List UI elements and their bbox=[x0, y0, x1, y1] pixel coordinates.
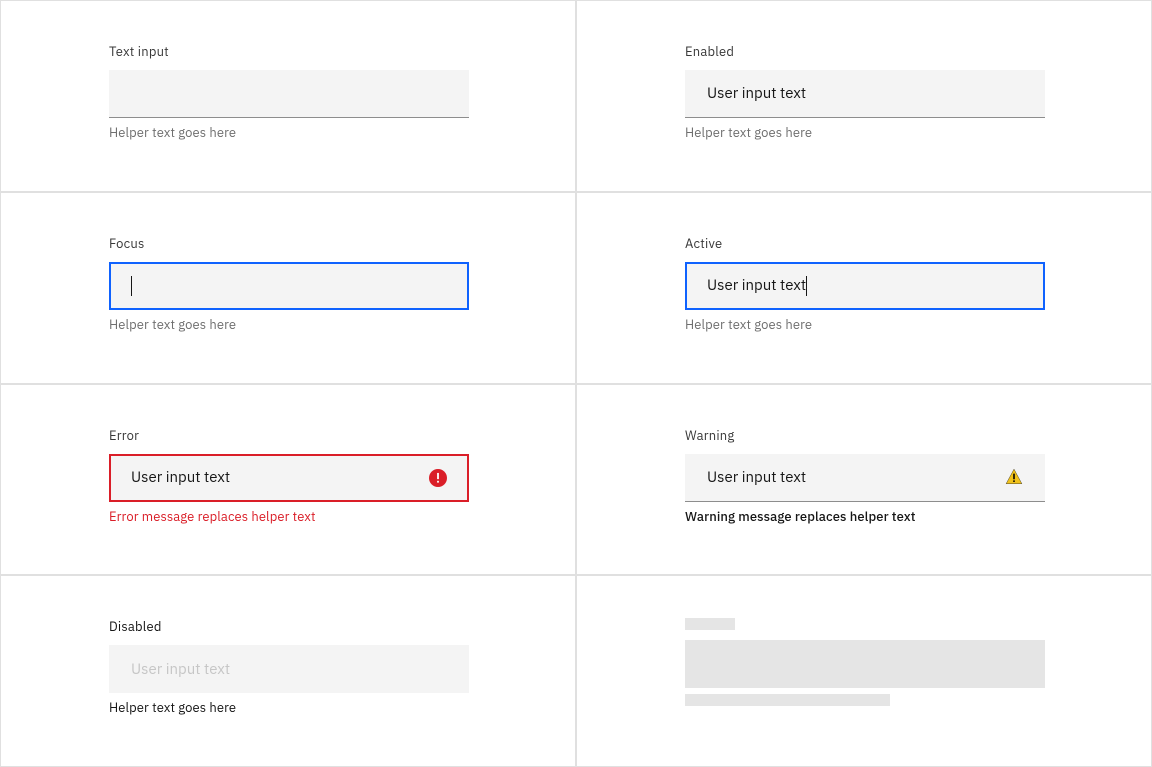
helper-text: Helper text goes here bbox=[685, 316, 1151, 333]
text-input[interactable] bbox=[109, 262, 469, 310]
input-value: User input text bbox=[131, 468, 230, 487]
error-filled-icon bbox=[429, 469, 447, 487]
input-label: Text input bbox=[109, 43, 575, 60]
skeleton-label bbox=[685, 618, 735, 630]
skeleton-input bbox=[685, 640, 1045, 688]
state-disabled: Disabled User input text Helper text goe… bbox=[0, 575, 576, 767]
state-active: Active User input text Helper text goes … bbox=[576, 192, 1152, 384]
state-enabled: Enabled User input text Helper text goes… bbox=[576, 0, 1152, 192]
input-value: User input text bbox=[707, 276, 806, 295]
skeleton-helper bbox=[685, 694, 890, 706]
state-focus: Focus Helper text goes here bbox=[0, 192, 576, 384]
input-label: Focus bbox=[109, 235, 575, 252]
text-input[interactable] bbox=[109, 70, 469, 118]
input-value: User input text bbox=[707, 84, 806, 103]
state-error: Error User input text Error message repl… bbox=[0, 384, 576, 576]
input-value: User input text bbox=[131, 660, 230, 679]
error-text: Error message replaces helper text bbox=[109, 508, 575, 525]
input-label: Disabled bbox=[109, 618, 575, 635]
text-input: User input text bbox=[109, 645, 469, 693]
text-cursor-icon bbox=[131, 276, 132, 296]
state-skeleton bbox=[576, 575, 1152, 767]
input-label: Warning bbox=[685, 427, 1151, 444]
text-input-states-grid: Text input Helper text goes here Enabled… bbox=[0, 0, 1152, 767]
input-value: User input text bbox=[707, 468, 806, 487]
state-warning: Warning User input text Warning message … bbox=[576, 384, 1152, 576]
warning-filled-icon bbox=[1005, 468, 1023, 486]
warning-text: Warning message replaces helper text bbox=[685, 508, 1151, 525]
state-default: Text input Helper text goes here bbox=[0, 0, 576, 192]
helper-text: Helper text goes here bbox=[109, 699, 575, 716]
input-label: Error bbox=[109, 427, 575, 444]
helper-text: Helper text goes here bbox=[109, 124, 575, 141]
helper-text: Helper text goes here bbox=[109, 316, 575, 333]
input-label: Active bbox=[685, 235, 1151, 252]
input-label: Enabled bbox=[685, 43, 1151, 60]
text-input[interactable]: User input text bbox=[685, 454, 1045, 502]
text-input[interactable]: User input text bbox=[685, 262, 1045, 310]
helper-text: Helper text goes here bbox=[685, 124, 1151, 141]
text-input[interactable]: User input text bbox=[685, 70, 1045, 118]
text-cursor-icon bbox=[806, 276, 807, 296]
text-input[interactable]: User input text bbox=[109, 454, 469, 502]
